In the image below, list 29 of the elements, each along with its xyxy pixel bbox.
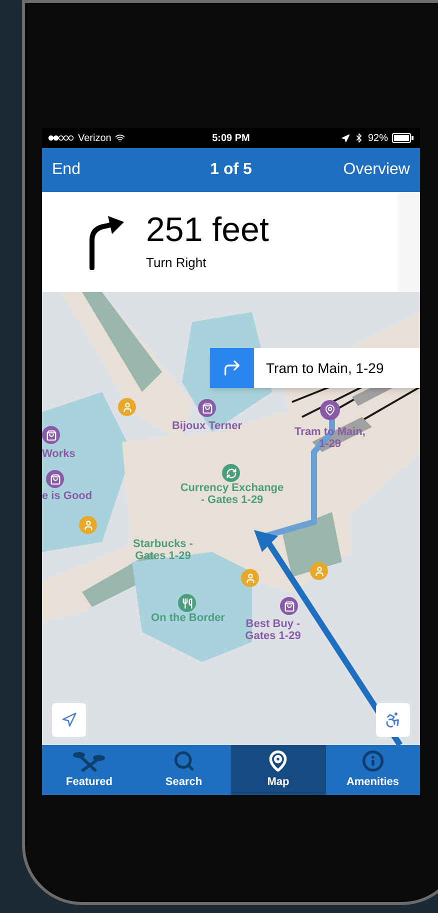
signal-dots-icon [48,135,74,141]
bluetooth-icon [354,133,364,143]
end-button[interactable]: End [52,158,142,182]
distance-text: 251 feet [146,211,269,250]
locate-button[interactable] [52,703,86,737]
instruction-text: Turn Right [146,254,208,272]
battery-percent: 92% [368,132,388,146]
tab[interactable]: Map [231,745,326,795]
callout-text: Tram to Main, 1-29 [265,358,385,378]
carrier-name: Verizon [78,132,112,146]
wheelchair-icon [384,711,402,729]
map-label: On the Border [150,612,226,624]
info-icon [362,750,384,772]
step-counter: 1 of 5 [210,160,252,180]
map-label: Works [42,448,76,460]
search-icon [172,750,195,772]
tools-icon [72,750,106,772]
overview-button[interactable]: Overview [320,158,410,182]
map-label: Bijoux Terner [170,420,244,432]
accessibility-button[interactable] [376,703,410,737]
map-label: Currency Exchange - Gates 1-29 [180,482,284,506]
map-pin-icon [267,750,290,772]
location-arrow-icon [61,712,77,728]
battery-icon [392,133,414,143]
wifi-icon [115,133,126,143]
status-time: 5:09 PM [212,132,250,146]
map-label: e is Good [42,490,94,502]
map-label: Best Buy - Gates 1-29 [244,618,302,642]
location-icon [340,134,350,142]
